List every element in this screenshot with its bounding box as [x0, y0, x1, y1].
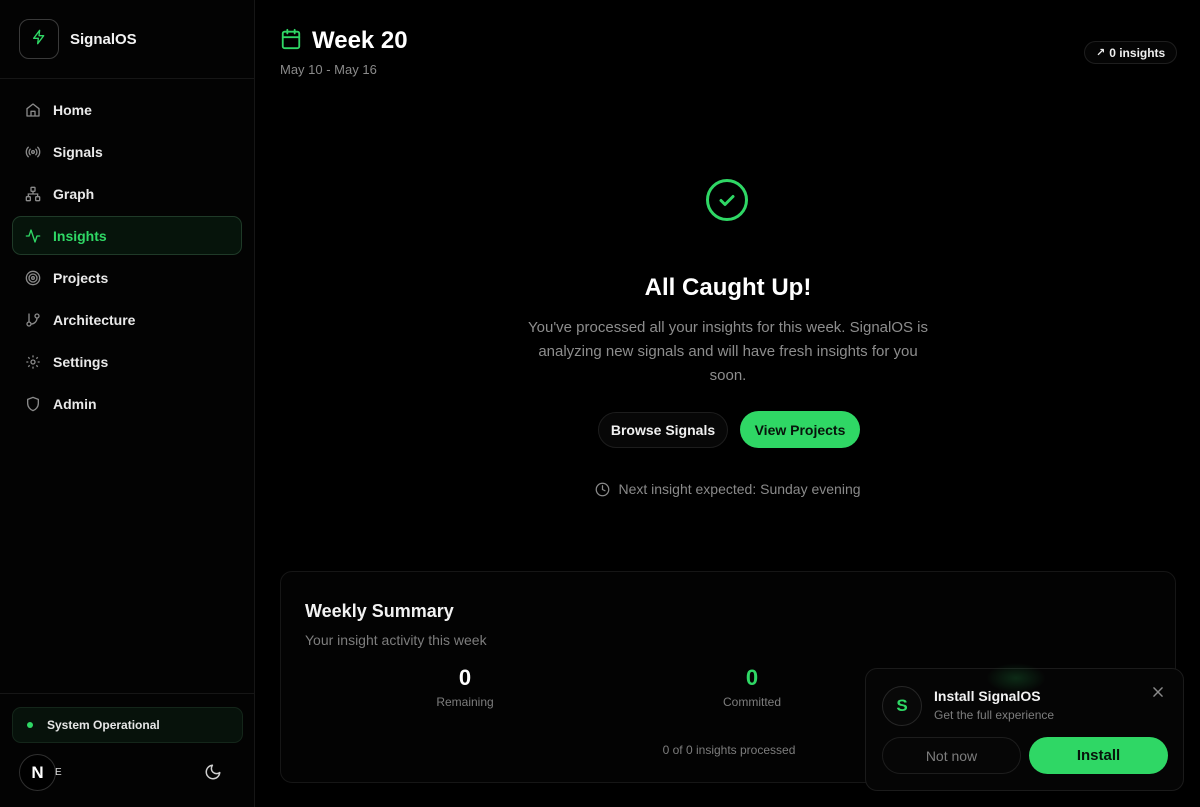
- brand-logo[interactable]: [19, 19, 59, 59]
- sidebar-item-label: Projects: [53, 269, 109, 286]
- install-subtitle: Get the full experience: [934, 708, 1055, 722]
- not-now-button[interactable]: Not now: [882, 737, 1021, 774]
- sidebar-footer: System Operational N E: [0, 693, 255, 807]
- clock-icon: [595, 482, 610, 497]
- summary-title: Weekly Summary: [305, 601, 454, 621]
- sidebar-item-admin[interactable]: Admin: [12, 384, 242, 423]
- next-insight-info: Next insight expected: Sunday evening: [256, 481, 1200, 497]
- sidebar: SignalOS Home Signals Graph Insights Pro…: [0, 0, 255, 807]
- radio-signal-icon: [25, 144, 41, 160]
- view-projects-button[interactable]: View Projects: [740, 411, 860, 448]
- git-branch-icon: [25, 312, 41, 328]
- empty-state-title: All Caught Up!: [644, 274, 812, 301]
- stat-committed: 0 Committed: [682, 665, 822, 709]
- avatar-label: E: [55, 767, 62, 778]
- sidebar-item-home[interactable]: Home: [12, 90, 242, 129]
- sidebar-item-label: Architecture: [53, 311, 136, 328]
- stat-remaining: 0 Remaining: [395, 665, 535, 709]
- brand: SignalOS: [0, 0, 254, 79]
- network-icon: [25, 186, 41, 202]
- status-dot: [27, 722, 33, 728]
- date-range: May 10 - May 16: [280, 62, 377, 77]
- close-icon: [1151, 685, 1165, 704]
- sidebar-nav: Home Signals Graph Insights Projects Arc…: [0, 79, 254, 423]
- sidebar-item-projects[interactable]: Projects: [12, 258, 242, 297]
- trending-up-icon: ↗: [1096, 47, 1106, 59]
- empty-state-description: You've processed all your insights for t…: [528, 319, 929, 384]
- lightning-icon: [31, 29, 47, 50]
- sidebar-item-settings[interactable]: Settings: [12, 342, 242, 381]
- theme-toggle[interactable]: [203, 764, 223, 784]
- status-text: System Operational: [47, 718, 160, 732]
- activity-icon: [25, 228, 41, 244]
- sidebar-item-insights[interactable]: Insights: [12, 216, 242, 255]
- week-header: Week 20: [280, 27, 408, 55]
- page-title: Week 20: [312, 27, 408, 54]
- calendar-icon: [280, 28, 302, 55]
- app-logo: S: [882, 686, 922, 726]
- install-prompt: S Install SignalOS Get the full experien…: [865, 663, 1184, 791]
- check-circle-icon: [705, 178, 749, 222]
- sidebar-item-label: Admin: [53, 395, 97, 412]
- install-button[interactable]: Install: [1029, 737, 1168, 774]
- home-icon: [25, 102, 41, 118]
- sidebar-item-label: Settings: [53, 353, 109, 370]
- system-status: System Operational: [12, 707, 243, 743]
- gear-icon: [25, 354, 41, 370]
- install-title: Install SignalOS: [934, 688, 1041, 704]
- avatar[interactable]: N: [19, 754, 56, 791]
- next-insight-text: Next insight expected: Sunday evening: [618, 481, 861, 497]
- stat-label: Committed: [722, 695, 781, 709]
- stat-label: Remaining: [436, 695, 494, 709]
- stat-value: 0: [745, 665, 759, 690]
- shield-icon: [25, 396, 41, 412]
- summary-subtitle: Your insight activity this week: [305, 632, 487, 648]
- moon-icon: [204, 763, 222, 786]
- sidebar-item-label: Graph: [53, 185, 95, 202]
- stat-value: 0: [458, 665, 472, 690]
- sidebar-item-label: Insights: [53, 227, 107, 244]
- target-icon: [25, 270, 41, 286]
- sidebar-item-label: Signals: [53, 143, 103, 160]
- sidebar-item-signals[interactable]: Signals: [12, 132, 242, 171]
- close-button[interactable]: [1150, 686, 1166, 702]
- sidebar-item-architecture[interactable]: Architecture: [12, 300, 242, 339]
- insights-count-label: 0 insights: [1109, 45, 1166, 60]
- sidebar-item-graph[interactable]: Graph: [12, 174, 242, 213]
- brand-name: SignalOS: [70, 30, 137, 48]
- browse-signals-button[interactable]: Browse Signals: [598, 412, 728, 448]
- insights-count-badge: ↗ 0 insights: [1084, 41, 1178, 64]
- sidebar-item-label: Home: [53, 101, 92, 118]
